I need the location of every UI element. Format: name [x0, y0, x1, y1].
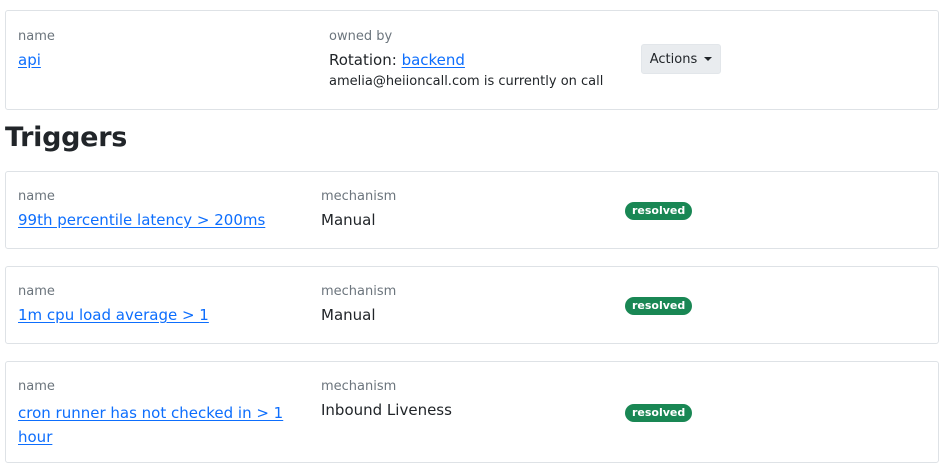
rotation-link[interactable]: backend	[402, 51, 465, 69]
trigger-name-link[interactable]: 1m cpu load average > 1	[18, 306, 209, 324]
on-call-text: amelia@heiioncall.com is currently on ca…	[329, 74, 604, 89]
trigger-mechanism-value: Inbound Liveness	[321, 401, 452, 419]
trigger-card: name 99th percentile latency > 200ms mec…	[5, 171, 939, 249]
trigger-name-line: hour	[18, 428, 53, 446]
service-card: name api owned by Rotation: backend amel…	[5, 10, 939, 110]
service-name-link[interactable]: api	[18, 51, 41, 69]
trigger-mechanism-label: mechanism	[321, 284, 397, 299]
trigger-card: name cron runner has not checked in > 1 …	[5, 361, 939, 463]
status-badge: resolved	[625, 297, 693, 315]
trigger-name-line: cron runner has not checked in > 1	[18, 404, 284, 422]
rotation-prefix: Rotation:	[329, 51, 402, 69]
trigger-mechanism-label: mechanism	[321, 379, 397, 394]
trigger-name-link[interactable]: cron runner has not checked in > 1 hour	[18, 401, 283, 449]
service-name-label: name	[18, 29, 55, 44]
rotation-line: Rotation: backend	[329, 51, 465, 69]
trigger-mechanism-value: Manual	[321, 306, 376, 324]
trigger-name-link[interactable]: 99th percentile latency > 200ms	[18, 211, 265, 229]
actions-dropdown-button[interactable]: Actions	[641, 44, 721, 74]
status-badge: resolved	[625, 202, 693, 220]
trigger-name-label: name	[18, 189, 55, 204]
trigger-name-label: name	[18, 379, 55, 394]
owned-by-label: owned by	[329, 29, 393, 44]
status-badge: resolved	[625, 404, 693, 422]
actions-label: Actions	[649, 51, 698, 67]
trigger-mechanism-label: mechanism	[321, 189, 397, 204]
triggers-heading: Triggers	[5, 122, 127, 153]
trigger-name-label: name	[18, 284, 55, 299]
caret-down-icon	[704, 57, 713, 61]
trigger-card: name 1m cpu load average > 1 mechanism M…	[5, 266, 939, 344]
trigger-mechanism-value: Manual	[321, 211, 376, 229]
